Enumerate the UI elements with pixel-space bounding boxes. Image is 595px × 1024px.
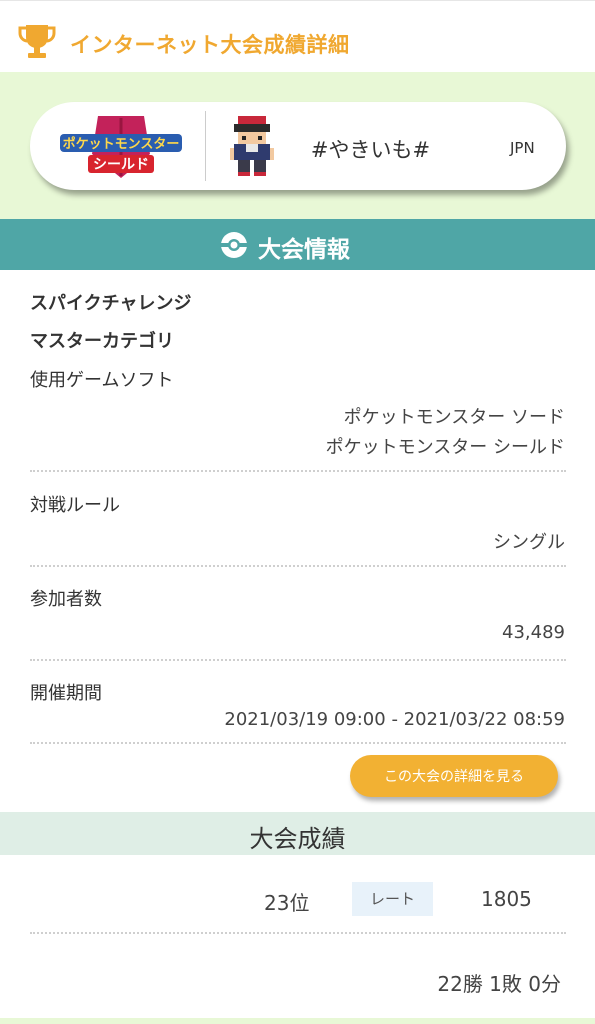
- bottom-band: [0, 1018, 595, 1024]
- tournament-category: マスターカテゴリ: [30, 331, 174, 352]
- software-value: ポケットモンスター ソード: [343, 407, 565, 428]
- software-value: ポケットモンスター シールド: [325, 437, 565, 458]
- tournament-detail-button[interactable]: この大会の詳細を見る: [350, 755, 558, 797]
- page-header: インターネット大会成績詳細: [0, 0, 595, 72]
- participants-value: 43,489: [502, 622, 565, 643]
- win-loss-record: 22勝 1敗 0分: [437, 972, 561, 996]
- trainer-avatar: [230, 116, 274, 176]
- results-header: 大会成績: [0, 812, 595, 855]
- tournament-info-header: 大会情報: [0, 219, 595, 270]
- section-title: 大会成績: [249, 825, 346, 853]
- divider: [30, 470, 566, 472]
- participants-label: 参加者数: [30, 589, 102, 610]
- page-title: インターネット大会成績詳細: [70, 33, 350, 57]
- pokeball-icon: [221, 232, 247, 258]
- trophy-icon: [18, 25, 56, 58]
- profile-section: ポケットモンスター シールド #やきいも# JPN: [0, 72, 595, 219]
- rule-value: シングル: [493, 532, 565, 553]
- card-divider: [205, 111, 206, 181]
- tournament-name: スパイクチャレンジ: [30, 293, 192, 314]
- divider: [30, 932, 566, 934]
- period-label: 開催期間: [30, 683, 102, 704]
- rate-value: 1805: [481, 887, 532, 911]
- player-card: ポケットモンスター シールド #やきいも# JPN: [30, 102, 566, 190]
- divider: [30, 659, 566, 661]
- svg-text:シールド: シールド: [93, 157, 149, 173]
- region-code: JPN: [510, 139, 535, 157]
- period-value: 2021/03/19 09:00 - 2021/03/22 08:59: [224, 709, 565, 730]
- rank-value: 23位: [264, 891, 310, 915]
- divider: [30, 565, 566, 567]
- software-label: 使用ゲームソフト: [30, 370, 174, 391]
- svg-text:ポケットモンスター: ポケットモンスター: [63, 136, 180, 152]
- divider: [30, 742, 566, 744]
- section-title: 大会情報: [258, 237, 350, 263]
- rule-label: 対戦ルール: [30, 495, 120, 516]
- game-logo: ポケットモンスター シールド: [60, 116, 182, 178]
- player-name: #やきいも#: [310, 138, 431, 162]
- rate-badge: レート: [352, 882, 433, 916]
